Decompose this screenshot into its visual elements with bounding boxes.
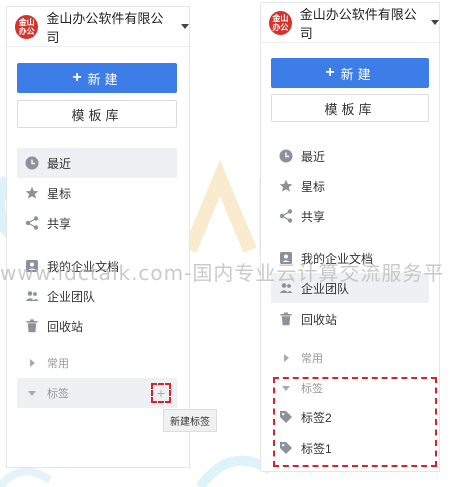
company-logo: 金山办公 <box>15 14 39 39</box>
chevron-down-icon[interactable] <box>181 24 189 29</box>
sidebar-item-recent[interactable]: 最近 <box>271 141 429 171</box>
sidebar-item-label: 最近 <box>47 156 72 171</box>
new-button-label: 新建 <box>87 71 122 87</box>
template-button[interactable]: 模板库 <box>17 100 177 128</box>
sidebar-group-label: 常用 <box>47 358 69 370</box>
chevron-right-icon <box>25 356 39 370</box>
sidebar-item-my-docs[interactable]: 我的企业文档 <box>17 251 177 281</box>
new-button[interactable]: + 新建 <box>17 63 177 93</box>
template-button-label: 模板库 <box>71 107 123 123</box>
document-person-icon <box>25 259 39 273</box>
trash-icon <box>279 312 293 326</box>
company-logo: 金山办公 <box>269 10 292 35</box>
sidebar-item-recent[interactable]: 最近 <box>17 148 177 178</box>
org-header[interactable]: 金山办公 金山办公软件有限公司 <box>261 3 439 43</box>
org-header[interactable]: 金山办公 金山办公软件有限公司 <box>7 7 189 47</box>
sidebar-item-my-docs[interactable]: 我的企业文档 <box>271 243 429 273</box>
sidebar-panel-left: 金山办公 金山办公软件有限公司 + 新建 模板库 最近 星标 共享 我的企业文档… <box>6 6 190 468</box>
clock-icon <box>25 156 39 170</box>
chevron-right-icon <box>279 351 293 365</box>
template-button[interactable]: 模板库 <box>271 94 429 122</box>
chevron-down-icon <box>25 386 39 400</box>
sidebar-item-star[interactable]: 星标 <box>271 171 429 201</box>
tags-highlight-box <box>273 377 437 467</box>
template-button-label: 模板库 <box>324 101 376 117</box>
sidebar-group-common[interactable]: 常用 <box>271 343 429 373</box>
document-person-icon <box>279 251 293 265</box>
sidebar-item-label: 共享 <box>47 216 72 231</box>
clock-icon <box>279 149 293 163</box>
sidebar-item-label: 共享 <box>301 209 326 224</box>
sidebar-item-label: 我的企业文档 <box>47 259 120 274</box>
sidebar-item-label: 最近 <box>301 149 326 164</box>
plus-icon: + <box>72 69 82 86</box>
sidebar-group-label: 标签 <box>47 388 69 400</box>
star-icon <box>279 179 293 193</box>
sidebar-item-label: 我的企业文档 <box>301 251 374 266</box>
plus-icon: + <box>156 385 166 401</box>
share-icon <box>279 209 293 223</box>
sidebar-panel-right: 金山办公 金山办公软件有限公司 + 新建 模板库 最近 星标 共享 我的企业文档… <box>260 2 440 472</box>
add-tag-tooltip: 新建标签 <box>163 409 217 432</box>
sidebar-item-label: 星标 <box>47 186 72 201</box>
chevron-down-icon[interactable] <box>431 20 439 25</box>
sidebar-item-label: 企业团队 <box>47 289 96 304</box>
sidebar-item-share[interactable]: 共享 <box>271 201 429 231</box>
sidebar-item-team[interactable]: 企业团队 <box>17 281 177 311</box>
sidebar-item-label: 回收站 <box>47 319 84 334</box>
sidebar-item-team[interactable]: 企业团队 <box>271 273 429 303</box>
sidebar-item-label: 企业团队 <box>301 281 350 296</box>
new-button-label: 新建 <box>340 66 375 82</box>
add-tag-button[interactable]: + <box>151 383 171 403</box>
sidebar-group-label: 常用 <box>301 353 323 365</box>
org-name: 金山办公软件有限公司 <box>299 6 417 41</box>
sidebar-item-share[interactable]: 共享 <box>17 208 177 238</box>
trash-icon <box>25 319 39 333</box>
org-name: 金山办公软件有限公司 <box>46 10 164 45</box>
sidebar-item-label: 回收站 <box>301 312 338 327</box>
plus-icon: + <box>325 64 335 81</box>
sidebar-item-label: 星标 <box>301 179 326 194</box>
sidebar-item-star[interactable]: 星标 <box>17 178 177 208</box>
team-icon <box>25 289 39 303</box>
sidebar-item-trash[interactable]: 回收站 <box>17 311 177 341</box>
star-icon <box>25 186 39 200</box>
team-icon <box>279 281 293 295</box>
sidebar-group-common[interactable]: 常用 <box>17 348 177 378</box>
sidebar-item-trash[interactable]: 回收站 <box>271 304 429 334</box>
share-icon <box>25 216 39 230</box>
new-button[interactable]: + 新建 <box>271 58 429 88</box>
